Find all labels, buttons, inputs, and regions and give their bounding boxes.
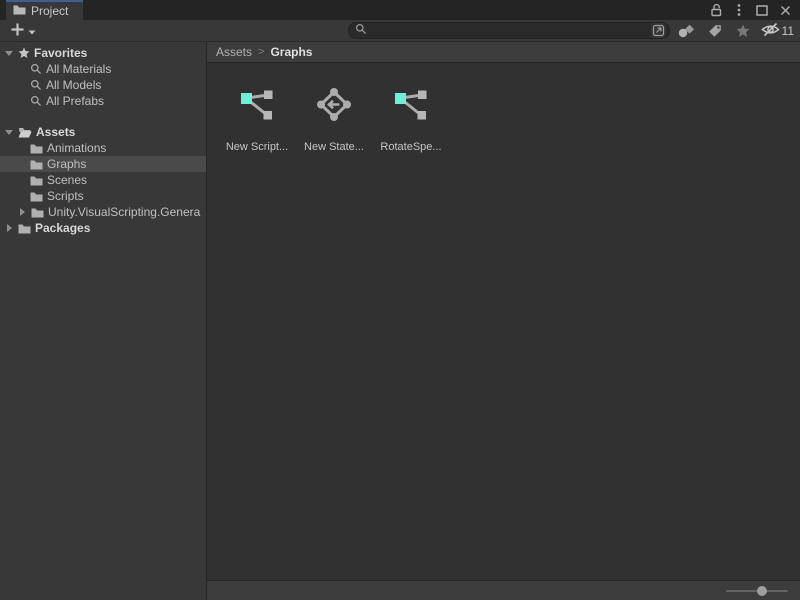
favorites-star-icon[interactable] bbox=[731, 22, 755, 40]
project-tree-sidebar: Favorites All Materials All Models All P… bbox=[0, 42, 207, 600]
sidebar-item-scenes[interactable]: Scenes bbox=[0, 172, 206, 188]
tab-project[interactable]: Project bbox=[6, 0, 83, 20]
titlebar-icons bbox=[709, 0, 800, 20]
search-icon bbox=[30, 63, 42, 75]
search-icon bbox=[355, 23, 367, 38]
tree-label: All Materials bbox=[46, 62, 111, 76]
eye-slash-icon bbox=[761, 22, 780, 40]
tree-gap bbox=[0, 109, 206, 124]
sidebar-item-graphs[interactable]: Graphs bbox=[0, 156, 206, 172]
tree-label: All Prefabs bbox=[46, 94, 104, 108]
tree-label: Scenes bbox=[47, 173, 87, 187]
tree-label: Assets bbox=[36, 125, 75, 139]
search-icon bbox=[30, 95, 42, 107]
search-icon bbox=[30, 79, 42, 91]
tree-label: Unity.VisualScripting.Genera bbox=[48, 205, 200, 219]
folder-icon bbox=[30, 143, 43, 154]
sidebar-item-animations[interactable]: Animations bbox=[0, 140, 206, 156]
sidebar-item-unity-visualscripting[interactable]: Unity.VisualScripting.Genera bbox=[0, 204, 206, 220]
search-by-type-icon[interactable] bbox=[675, 22, 699, 40]
create-asset-button[interactable] bbox=[6, 20, 40, 41]
foldout-collapsed-icon[interactable] bbox=[4, 224, 14, 232]
script-graph-icon bbox=[393, 83, 429, 127]
asset-label: New Script... bbox=[226, 141, 288, 153]
kebab-menu-icon[interactable] bbox=[732, 3, 746, 17]
tree-label: Animations bbox=[47, 141, 106, 155]
sidebar-item-all-models[interactable]: All Models bbox=[0, 77, 206, 93]
folder-open-icon bbox=[18, 127, 32, 138]
search-field[interactable] bbox=[348, 22, 670, 39]
slider-handle[interactable] bbox=[757, 586, 767, 596]
maximize-icon[interactable] bbox=[755, 3, 769, 17]
folder-icon bbox=[31, 207, 44, 218]
asset-grid: New Script... New State... bbox=[207, 63, 800, 580]
tab-strip: Project bbox=[0, 0, 800, 20]
asset-item-rotatespe[interactable]: RotateSpe... bbox=[375, 83, 447, 153]
window-body: Favorites All Materials All Models All P… bbox=[0, 42, 800, 600]
status-bar bbox=[207, 580, 800, 600]
breadcrumb-assets[interactable]: Assets bbox=[216, 45, 252, 59]
tree-label: Graphs bbox=[47, 157, 86, 171]
star-icon bbox=[18, 47, 30, 59]
plus-icon bbox=[10, 22, 25, 40]
chevron-down-icon bbox=[28, 24, 36, 38]
foldout-expanded-icon[interactable] bbox=[4, 51, 14, 56]
sidebar-item-all-prefabs[interactable]: All Prefabs bbox=[0, 93, 206, 109]
folder-icon bbox=[30, 191, 43, 202]
foldout-collapsed-icon[interactable] bbox=[17, 208, 27, 216]
hidden-count: 11 bbox=[782, 24, 794, 38]
asset-browser-content: Assets > Graphs New Script bbox=[207, 42, 800, 600]
toolbar-right-icons: 11 bbox=[675, 22, 794, 40]
tab-title: Project bbox=[31, 4, 68, 18]
breadcrumb-separator-icon: > bbox=[258, 46, 264, 58]
tree-label: Scripts bbox=[47, 189, 84, 203]
sidebar-item-all-materials[interactable]: All Materials bbox=[0, 61, 206, 77]
unlock-icon[interactable] bbox=[709, 3, 723, 17]
asset-item-new-script[interactable]: New Script... bbox=[221, 83, 293, 153]
hidden-count-toggle[interactable]: 11 bbox=[759, 22, 794, 40]
asset-label: RotateSpe... bbox=[380, 141, 441, 153]
search-input[interactable] bbox=[371, 24, 647, 37]
foldout-expanded-icon[interactable] bbox=[4, 130, 14, 135]
asset-item-new-state[interactable]: New State... bbox=[298, 83, 370, 153]
breadcrumb: Assets > Graphs bbox=[207, 42, 800, 63]
thumbnail-zoom-slider[interactable] bbox=[726, 585, 788, 597]
toolbar: 11 bbox=[0, 20, 800, 42]
folder-icon bbox=[30, 175, 43, 186]
sidebar-item-favorites[interactable]: Favorites bbox=[0, 45, 206, 61]
asset-label: New State... bbox=[304, 141, 364, 153]
sidebar-item-assets[interactable]: Assets bbox=[0, 124, 206, 140]
folder-icon bbox=[13, 4, 26, 18]
tree-label: All Models bbox=[46, 78, 101, 92]
search-by-label-icon[interactable] bbox=[703, 22, 727, 40]
breadcrumb-graphs[interactable]: Graphs bbox=[270, 45, 312, 59]
open-search-window-icon[interactable] bbox=[651, 23, 666, 38]
project-window: Project bbox=[0, 0, 800, 600]
folder-icon bbox=[18, 223, 31, 234]
sidebar-item-packages[interactable]: Packages bbox=[0, 220, 206, 236]
close-icon[interactable] bbox=[778, 3, 792, 17]
state-graph-icon bbox=[316, 83, 352, 127]
script-graph-icon bbox=[239, 83, 275, 127]
tree-label: Packages bbox=[35, 221, 90, 235]
tree-label: Favorites bbox=[34, 46, 87, 60]
folder-icon bbox=[30, 159, 43, 170]
sidebar-item-scripts[interactable]: Scripts bbox=[0, 188, 206, 204]
